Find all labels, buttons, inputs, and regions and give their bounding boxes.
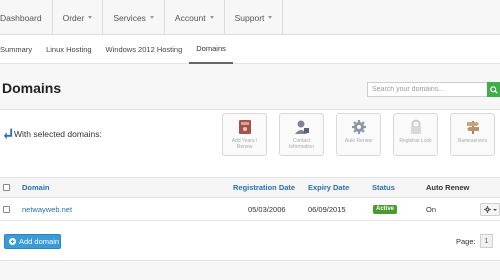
nameservers-button[interactable]: Nameservers xyxy=(450,113,495,156)
gear-icon xyxy=(351,120,366,134)
bottom-bar xyxy=(0,260,500,280)
column-registration-date[interactable]: Registration Date xyxy=(233,183,295,192)
contact-info-label: Contact Information xyxy=(288,138,314,150)
column-status[interactable]: Status xyxy=(372,183,395,192)
caret-down-icon xyxy=(209,16,214,19)
nav-support-label: Support xyxy=(234,12,265,23)
search-icon xyxy=(489,85,498,94)
add-domain-button[interactable]: Add domain xyxy=(4,234,61,249)
auto-renew-button[interactable]: Auto Renew xyxy=(336,113,381,156)
renew-button[interactable]: Add Years / Renew xyxy=(222,113,267,156)
chevron-down-icon xyxy=(492,208,497,211)
registrar-lock-label: Registrar Lock xyxy=(399,138,432,144)
nav-order[interactable]: Order xyxy=(53,0,104,35)
expiry-date-value: 06/09/2015 xyxy=(308,205,346,214)
sub-navigation: Summary Linux Hosting Windows 2012 Hosti… xyxy=(0,36,500,64)
domain-link[interactable]: netwayweb.net xyxy=(22,205,72,214)
registrar-lock-button[interactable]: Registrar Lock xyxy=(393,113,438,156)
nav-account[interactable]: Account xyxy=(165,0,225,35)
page-title: Domains xyxy=(2,80,62,96)
auto-renew-value: On xyxy=(426,205,437,214)
lock-icon xyxy=(410,119,421,134)
nameservers-label: Nameservers xyxy=(457,138,488,144)
plus-icon xyxy=(9,238,16,245)
search-button[interactable] xyxy=(487,82,500,97)
nav-services-label: Services xyxy=(113,12,146,23)
tab-domains[interactable]: Domains xyxy=(189,36,233,64)
top-navigation: Dashboard Order Services Account Support xyxy=(0,0,500,35)
nav-support[interactable]: Support xyxy=(225,0,284,35)
pagination-page-1[interactable]: 1 xyxy=(480,234,493,248)
row-checkbox[interactable] xyxy=(3,206,10,213)
registration-date-value: 05/03/2006 xyxy=(248,205,286,214)
row-actions-button[interactable] xyxy=(480,203,500,216)
user-contact-icon xyxy=(294,120,309,134)
renew-label: Add Years / Renew xyxy=(231,138,258,150)
contact-info-button[interactable]: Contact Information xyxy=(279,113,324,156)
book-icon xyxy=(238,120,251,134)
arrow-down-left-icon xyxy=(4,128,13,140)
pagination-label: Page: xyxy=(456,237,476,246)
nav-dashboard-label: Dashboard xyxy=(0,12,42,23)
nav-services[interactable]: Services xyxy=(103,0,165,35)
search-input[interactable] xyxy=(367,82,488,97)
caret-down-icon xyxy=(88,16,93,19)
select-all-checkbox[interactable] xyxy=(3,184,10,191)
status-badge: Active xyxy=(373,205,398,214)
column-domain[interactable]: Domain xyxy=(22,183,50,192)
bulk-actions-label: With selected domains: xyxy=(14,129,102,139)
column-auto-renew: Auto Renew xyxy=(426,183,470,192)
nav-account-label: Account xyxy=(174,12,206,23)
gear-icon xyxy=(483,206,491,213)
auto-renew-label: Auto Renew xyxy=(344,138,373,144)
caret-down-icon xyxy=(149,16,154,19)
tab-windows-2012-hosting[interactable]: Windows 2012 Hosting xyxy=(99,36,190,64)
add-domain-label: Add domain xyxy=(19,237,60,246)
nav-dashboard[interactable]: Dashboard xyxy=(0,0,53,35)
caret-down-icon xyxy=(268,16,273,19)
tab-linux-hosting[interactable]: Linux Hosting xyxy=(39,36,98,64)
tab-summary[interactable]: Summary xyxy=(0,36,39,64)
nav-order-label: Order xyxy=(62,12,85,23)
signpost-icon xyxy=(466,121,479,134)
column-expiry-date[interactable]: Expiry Date xyxy=(308,183,349,192)
